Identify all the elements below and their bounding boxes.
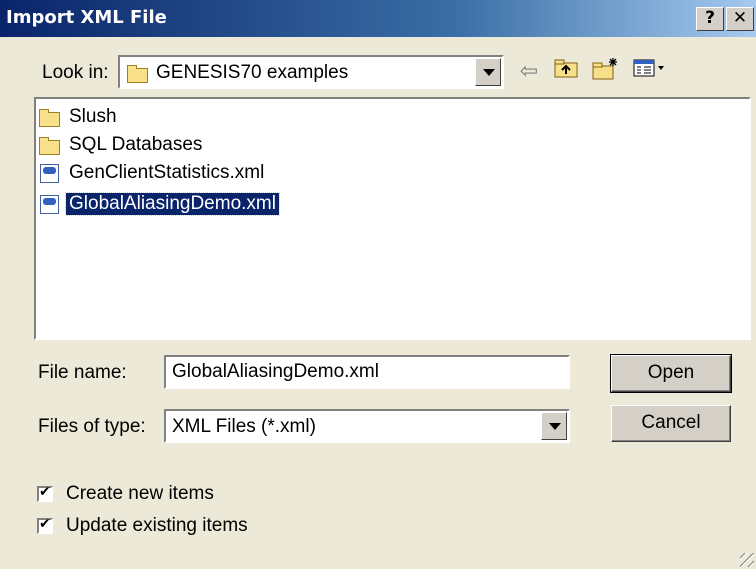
window-title: Import XML File [6, 7, 167, 28]
new-folder-icon[interactable] [590, 57, 620, 87]
file-name-text: GlobalAliasingDemo.xml [65, 192, 280, 216]
close-button[interactable]: ✕ [726, 7, 754, 31]
file-name-text: SQL Databases [69, 134, 203, 155]
back-arrow-icon[interactable]: ⇦ [514, 57, 544, 87]
view-menu-icon[interactable] [630, 57, 670, 87]
look-in-label: Look in: [42, 62, 109, 83]
xml-file-icon [38, 162, 62, 184]
list-item[interactable]: SQL Databases [38, 131, 205, 159]
list-item[interactable]: Slush [38, 103, 120, 131]
help-button[interactable]: ? [696, 7, 724, 31]
update-existing-items-checkbox[interactable] [37, 516, 53, 534]
cancel-button[interactable]: Cancel [611, 405, 731, 442]
look-in-dropdown-button[interactable] [475, 58, 501, 86]
look-in-value: GENESIS70 examples [156, 62, 349, 83]
folder-icon [38, 134, 62, 156]
list-item[interactable]: GenClientStatistics.xml [38, 159, 267, 187]
xml-file-icon [38, 193, 62, 215]
create-new-items-checkbox[interactable] [37, 484, 53, 502]
update-existing-items-label: Update existing items [66, 515, 248, 536]
open-button[interactable]: Open [610, 354, 732, 393]
file-name-input[interactable] [166, 357, 568, 387]
resize-grip[interactable] [740, 553, 754, 567]
file-type-dropdown-button[interactable] [541, 412, 567, 440]
file-name-text: GenClientStatistics.xml [69, 162, 265, 183]
file-list[interactable]: Slush SQL Databases GenClientStatistics.… [34, 97, 751, 340]
create-new-items-label: Create new items [66, 483, 214, 504]
file-name-label: File name: [38, 362, 127, 383]
title-bar[interactable]: Import XML File ? ✕ [0, 0, 756, 37]
list-item-selected[interactable]: GlobalAliasingDemo.xml [38, 190, 280, 218]
file-name-field[interactable] [164, 355, 570, 389]
up-folder-icon[interactable] [551, 57, 581, 87]
file-name-text: Slush [69, 106, 117, 127]
file-type-select[interactable]: XML Files (*.xml) [164, 409, 570, 443]
file-type-value: XML Files (*.xml) [172, 416, 316, 437]
look-in-select[interactable]: GENESIS70 examples [118, 55, 504, 89]
folder-icon [126, 62, 150, 83]
file-type-label: Files of type: [38, 416, 146, 437]
folder-icon [38, 106, 62, 128]
